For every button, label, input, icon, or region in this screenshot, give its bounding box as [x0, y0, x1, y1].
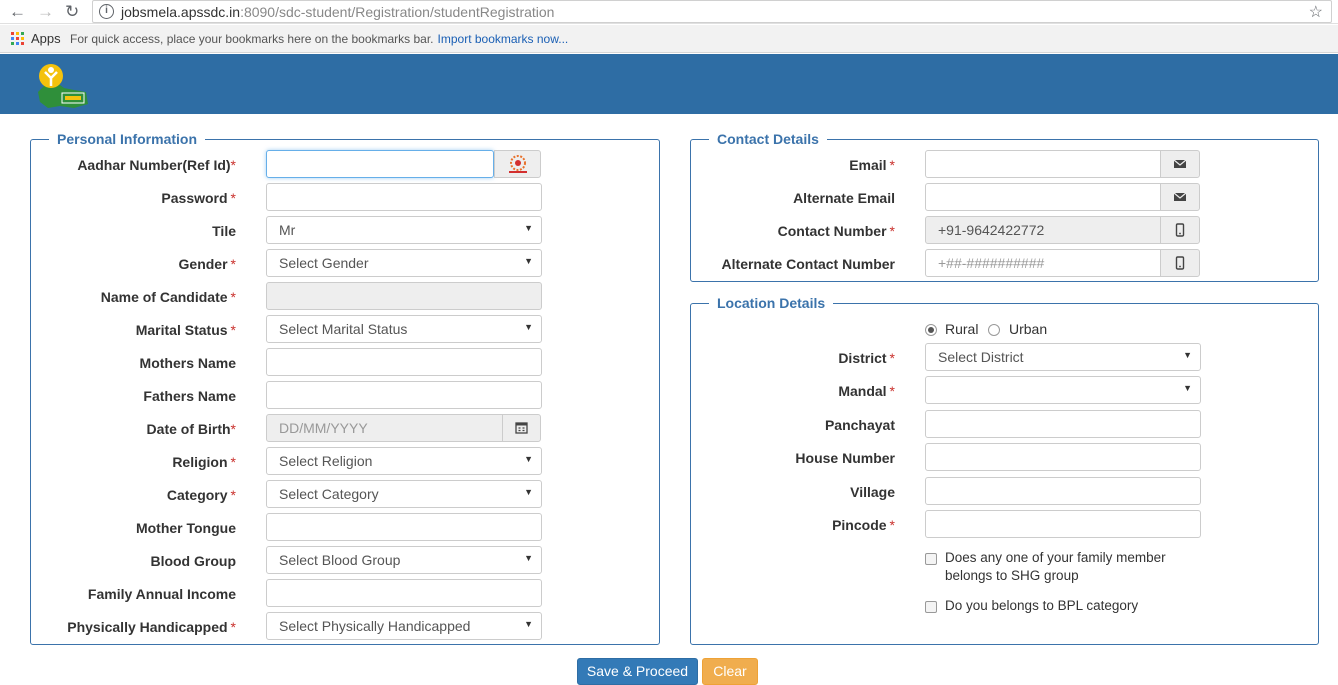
location-details-legend: Location Details [717, 295, 826, 311]
shg-label: Does any one of your family member belon… [945, 550, 1166, 583]
name-label: Name of Candidate * [100, 289, 236, 305]
aadhaar-logo-icon [494, 150, 541, 178]
tongue-label: Mother Tongue [135, 520, 236, 536]
title-label: Tile [212, 223, 236, 239]
contact-label: Contact Number * [777, 223, 895, 239]
aadhar-input[interactable] [266, 150, 494, 178]
caret-down-icon: ▼ [524, 553, 533, 563]
envelope-icon [1160, 183, 1200, 211]
category-label: Category * [166, 487, 236, 503]
panchayat-input[interactable] [925, 410, 1201, 438]
caret-down-icon: ▼ [524, 454, 533, 464]
star-icon[interactable]: ☆ [1309, 2, 1323, 22]
title-select[interactable]: Mr ▼ [266, 216, 542, 244]
marital-select[interactable]: Select Marital Status ▼ [266, 315, 542, 343]
alt-contact-label: Alternate Contact Number [721, 256, 895, 272]
bookmark-hint: For quick access, place your bookmarks h… [70, 32, 569, 46]
caret-down-icon: ▼ [524, 619, 533, 629]
village-label: Village [850, 484, 895, 500]
arrow-right-icon[interactable]: → [37, 2, 54, 22]
blood-select[interactable]: Select Blood Group ▼ [266, 546, 542, 574]
apssdc-logo [34, 62, 90, 110]
personal-information-legend: Personal Information [57, 131, 198, 147]
mandal-label: Mandal * [838, 383, 895, 399]
bookmarks-bar: Apps For quick access, place your bookma… [0, 25, 1338, 53]
email-label: Email * [849, 157, 895, 173]
income-label: Family Annual Income [87, 586, 236, 602]
caret-down-icon: ▼ [524, 322, 533, 332]
handicap-select[interactable]: Select Physically Handicapped ▼ [266, 612, 542, 640]
import-bookmarks-link[interactable]: Import bookmarks now... [438, 32, 569, 46]
save-proceed-button[interactable]: Save & Proceed [577, 658, 698, 685]
reload-icon[interactable]: ↻ [65, 2, 79, 22]
mandal-select[interactable]: ▼ [925, 376, 1201, 404]
caret-down-icon: ▼ [1183, 350, 1192, 360]
alt-email-input[interactable] [925, 183, 1161, 211]
alt-contact-input[interactable]: +##-########## [925, 249, 1161, 277]
url-omnibox[interactable]: i jobsmela.apssdc.in:8090/sdc-student/Re… [92, 0, 1332, 23]
dob-label: Date of Birth* [146, 421, 236, 437]
urban-label: Urban [1009, 321, 1048, 337]
caret-down-icon: ▼ [524, 256, 533, 266]
mothers-input[interactable] [266, 348, 542, 376]
caret-down-icon: ▼ [524, 487, 533, 497]
pincode-input[interactable] [925, 510, 1201, 538]
rural-radio[interactable] [925, 324, 937, 336]
pincode-label: Pincode * [832, 517, 895, 533]
house-label: House Number [795, 450, 895, 466]
fathers-label: Fathers Name [143, 388, 236, 404]
info-icon[interactable]: i [99, 4, 114, 19]
gender-label: Gender * [178, 256, 236, 272]
page-header [0, 54, 1338, 114]
gender-select[interactable]: Select Gender ▼ [266, 249, 542, 277]
caret-down-icon: ▼ [524, 223, 533, 233]
bpl-checkbox[interactable] [925, 601, 937, 613]
apps-link[interactable]: Apps [31, 31, 61, 46]
name-input[interactable] [266, 282, 542, 310]
mothers-label: Mothers Name [139, 355, 236, 371]
mobile-phone-icon [1160, 249, 1200, 277]
bpl-label: Do you belongs to BPL category [945, 598, 1139, 613]
password-input[interactable] [266, 183, 542, 211]
url-text[interactable]: jobsmela.apssdc.in:8090/sdc-student/Regi… [121, 4, 554, 20]
tongue-input[interactable] [266, 513, 542, 541]
alt-email-label: Alternate Email [793, 190, 895, 206]
category-select[interactable]: Select Category ▼ [266, 480, 542, 508]
blood-label: Blood Group [150, 553, 236, 569]
caret-down-icon: ▼ [1183, 383, 1192, 393]
panchayat-label: Panchayat [824, 417, 895, 433]
password-label: Password * [161, 190, 236, 206]
district-select[interactable]: Select District ▼ [925, 343, 1201, 371]
envelope-icon [1160, 150, 1200, 178]
arrow-left-icon[interactable]: ← [9, 2, 26, 22]
mobile-phone-icon [1160, 216, 1200, 244]
income-input[interactable] [266, 579, 542, 607]
shg-checkbox[interactable] [925, 553, 937, 565]
marital-label: Marital Status * [135, 322, 236, 338]
house-input[interactable] [925, 443, 1201, 471]
district-label: District * [838, 350, 895, 366]
address-bar: ← → ↻ i jobsmela.apssdc.in:8090/sdc-stud… [0, 0, 1338, 24]
aadhar-label: Aadhar Number(Ref Id)* [77, 157, 236, 173]
handicap-label: Physically Handicapped * [67, 619, 236, 635]
village-input[interactable] [925, 477, 1201, 505]
contact-input[interactable]: +91-9642422772 [925, 216, 1161, 244]
apps-grid-icon[interactable] [11, 32, 24, 45]
email-input[interactable] [925, 150, 1161, 178]
religion-label: Religion * [172, 454, 236, 470]
contact-details-legend: Contact Details [717, 131, 819, 147]
calendar-icon[interactable] [502, 414, 541, 442]
clear-button[interactable]: Clear [702, 658, 758, 685]
dob-input[interactable]: DD/MM/YYYY [266, 414, 503, 442]
urban-radio[interactable] [988, 324, 1000, 336]
religion-select[interactable]: Select Religion ▼ [266, 447, 542, 475]
rural-label: Rural [945, 321, 979, 337]
fathers-input[interactable] [266, 381, 542, 409]
